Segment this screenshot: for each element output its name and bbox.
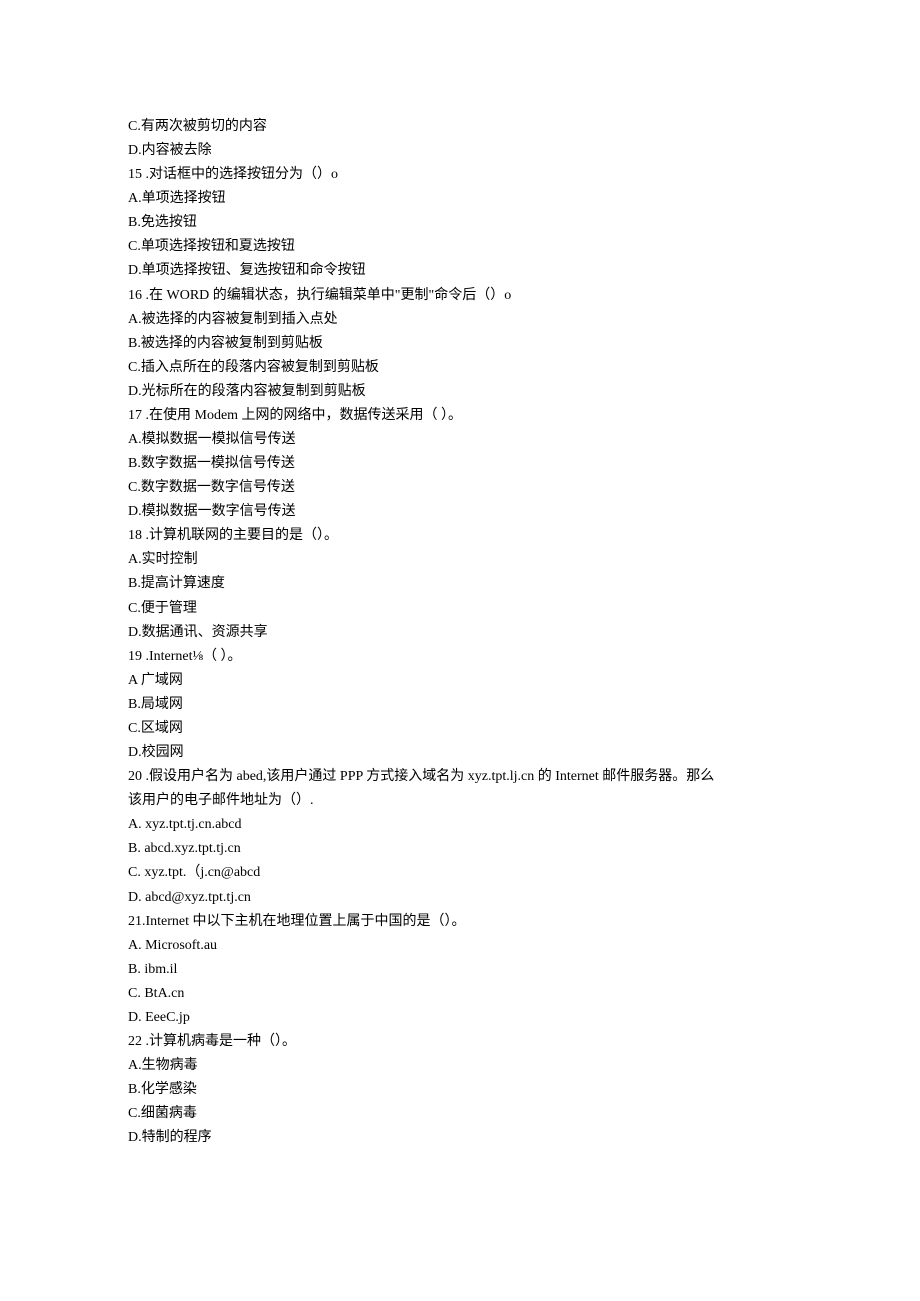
text-line: C. BtA.cn — [128, 982, 920, 1006]
text-line: 21.Internet 中以下主机在地理位置上属于中国的是（）。 — [128, 910, 920, 934]
text-line: A 广域网 — [128, 669, 920, 693]
text-line: D.内容被去除 — [128, 139, 920, 163]
text-line: C.细菌病毒 — [128, 1102, 920, 1126]
text-line: C. xyz.tpt.（j.cn@abcd — [128, 861, 920, 885]
text-line: 17 .在使用 Modem 上网的网络中，数据传送采用（ ）。 — [128, 404, 920, 428]
text-line: B.免选按钮 — [128, 211, 920, 235]
text-line: 18 .计算机联网的主要目的是（）。 — [128, 524, 920, 548]
text-line: C.数字数据一数字信号传送 — [128, 476, 920, 500]
text-line: B.数字数据一模拟信号传送 — [128, 452, 920, 476]
text-line: C.便于管理 — [128, 597, 920, 621]
text-line: A.单项选择按钮 — [128, 187, 920, 211]
text-line: 16 .在 WORD 的编辑状态，执行编辑菜单中"更制"命令后（）o — [128, 284, 920, 308]
text-line: 19 .Internet⅛（ ）。 — [128, 645, 920, 669]
text-line: D.特制的程序 — [128, 1126, 920, 1150]
text-line: A.生物病毒 — [128, 1054, 920, 1078]
text-line: C.插入点所在的段落内容被复制到剪贴板 — [128, 356, 920, 380]
text-line: D. EeeC.jp — [128, 1006, 920, 1030]
text-line: A. Microsoft.au — [128, 934, 920, 958]
text-line: A.模拟数据一模拟信号传送 — [128, 428, 920, 452]
text-line: A.被选择的内容被复制到插入点处 — [128, 308, 920, 332]
text-line: 15 .对话框中的选择按钮分为（）o — [128, 163, 920, 187]
text-line: C.区域网 — [128, 717, 920, 741]
text-line: D.数据通讯、资源共享 — [128, 621, 920, 645]
text-line: 20 .假设用户名为 abed,该用户通过 PPP 方式接入域名为 xyz.tp… — [128, 765, 920, 789]
text-line: D.单项选择按钮、复选按钮和命令按钮 — [128, 259, 920, 283]
text-line: B. ibm.il — [128, 958, 920, 982]
document-body: C.有两次被剪切的内容 D.内容被去除 15 .对话框中的选择按钮分为（）o A… — [128, 115, 920, 1150]
text-line: C.单项选择按钮和夏选按钮 — [128, 235, 920, 259]
text-line: D. abcd@xyz.tpt.tj.cn — [128, 886, 920, 910]
text-line: 该用户的电子邮件地址为（）. — [128, 789, 920, 813]
text-line: B.被选择的内容被复制到剪贴板 — [128, 332, 920, 356]
text-line: B.提高计算速度 — [128, 572, 920, 596]
text-line: D.校园网 — [128, 741, 920, 765]
text-line: D.模拟数据一数字信号传送 — [128, 500, 920, 524]
text-line: C.有两次被剪切的内容 — [128, 115, 920, 139]
text-line: A. xyz.tpt.tj.cn.abcd — [128, 813, 920, 837]
text-line: 22 .计算机病毒是一种（）。 — [128, 1030, 920, 1054]
text-line: B.局域网 — [128, 693, 920, 717]
text-line: D.光标所在的段落内容被复制到剪贴板 — [128, 380, 920, 404]
text-line: A.实时控制 — [128, 548, 920, 572]
text-line: B.化学感染 — [128, 1078, 920, 1102]
text-line: B. abcd.xyz.tpt.tj.cn — [128, 837, 920, 861]
